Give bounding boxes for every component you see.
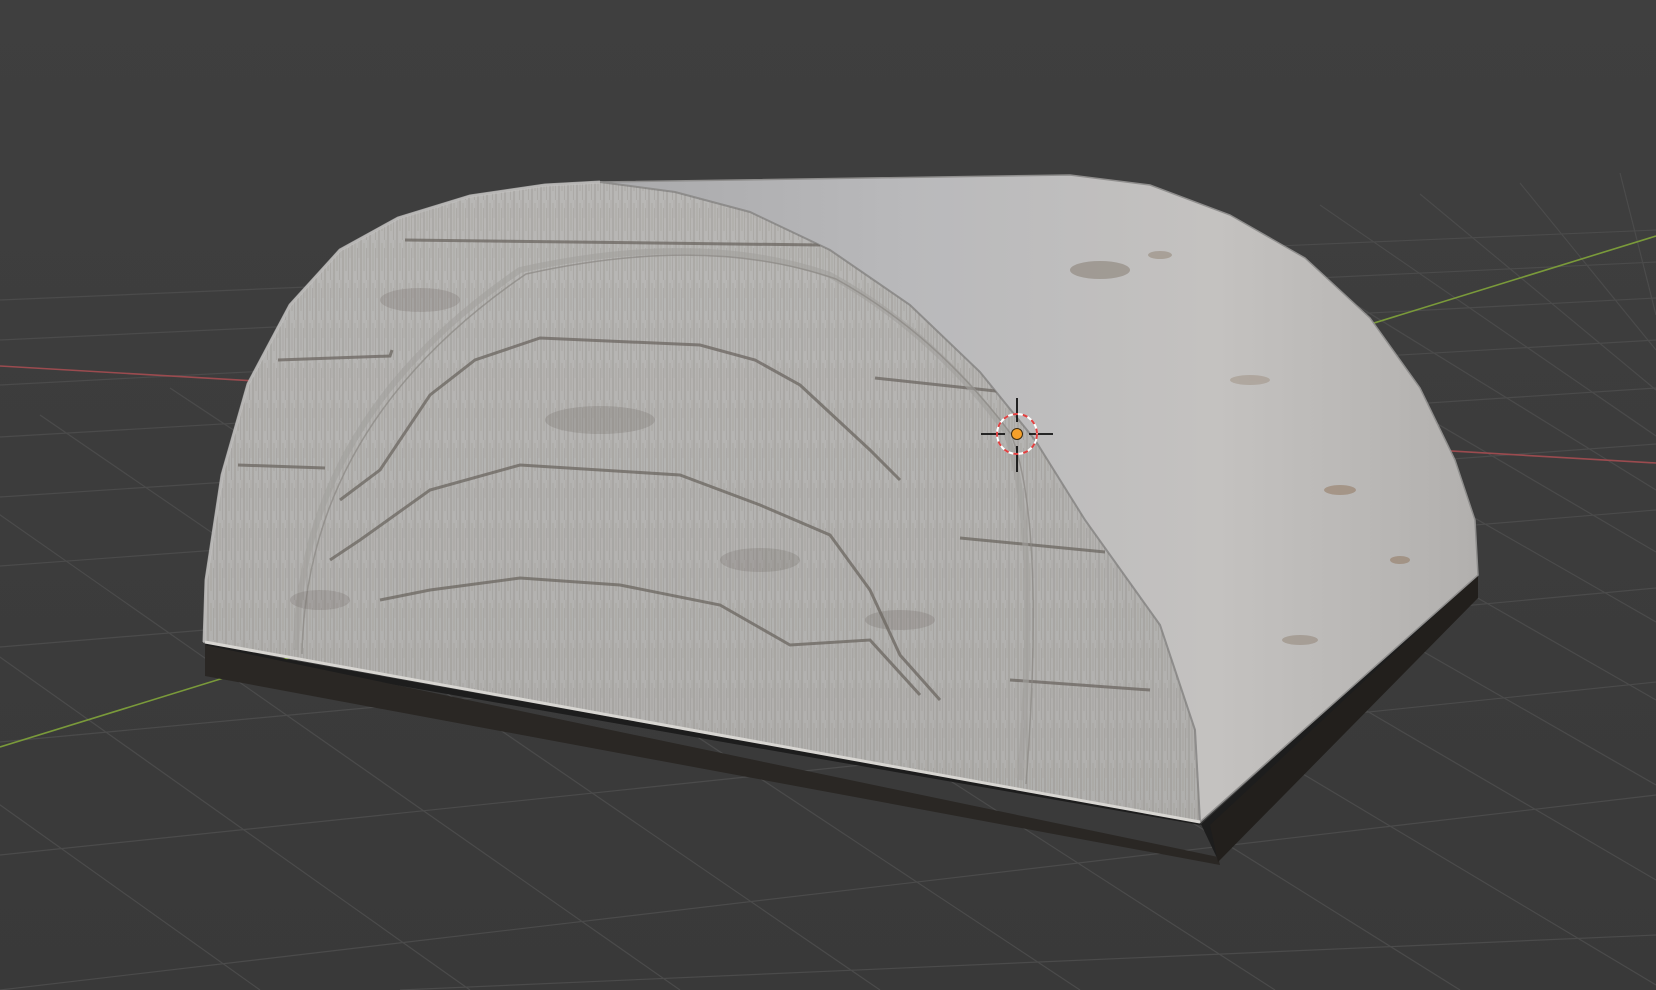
- 3d-viewport[interactable]: [0, 0, 1656, 990]
- viewport-canvas[interactable]: [0, 0, 1656, 990]
